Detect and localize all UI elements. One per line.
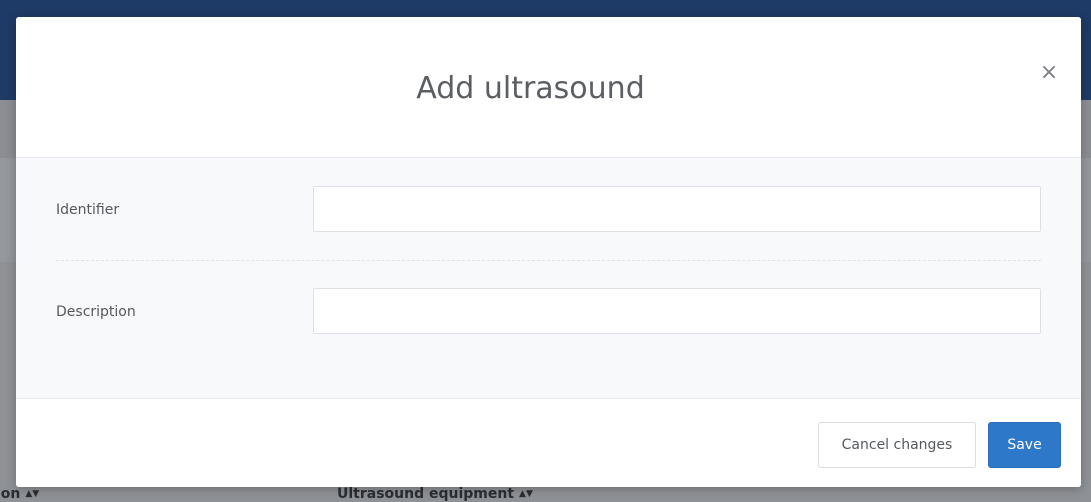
background-column-header-ultrasound-equipment: Ultrasound equipment ▲▼ bbox=[337, 486, 533, 502]
modal-header: Add ultrasound × bbox=[16, 17, 1081, 158]
column-header-label: ion bbox=[0, 486, 21, 502]
identifier-input[interactable] bbox=[313, 186, 1041, 232]
sort-icon: ▲▼ bbox=[519, 489, 533, 499]
close-icon[interactable]: × bbox=[1037, 61, 1061, 85]
background-column-header-description: ion ▲▼ bbox=[0, 486, 39, 502]
identifier-row: Identifier bbox=[56, 186, 1041, 234]
add-ultrasound-dialog: Add ultrasound × Identifier Description … bbox=[16, 17, 1081, 487]
description-input[interactable] bbox=[313, 288, 1041, 334]
description-label: Description bbox=[56, 304, 136, 320]
row-divider bbox=[56, 260, 1041, 261]
column-header-label: Ultrasound equipment bbox=[337, 486, 515, 502]
identifier-label: Identifier bbox=[56, 202, 120, 218]
save-button[interactable]: Save bbox=[988, 422, 1061, 468]
modal-footer: Cancel changes Save bbox=[16, 398, 1081, 487]
description-row: Description bbox=[56, 288, 1041, 336]
modal-title: Add ultrasound bbox=[416, 71, 645, 106]
modal-body: Identifier Description bbox=[16, 158, 1081, 398]
cancel-changes-button[interactable]: Cancel changes bbox=[818, 422, 976, 468]
sort-icon: ▲▼ bbox=[25, 489, 40, 499]
